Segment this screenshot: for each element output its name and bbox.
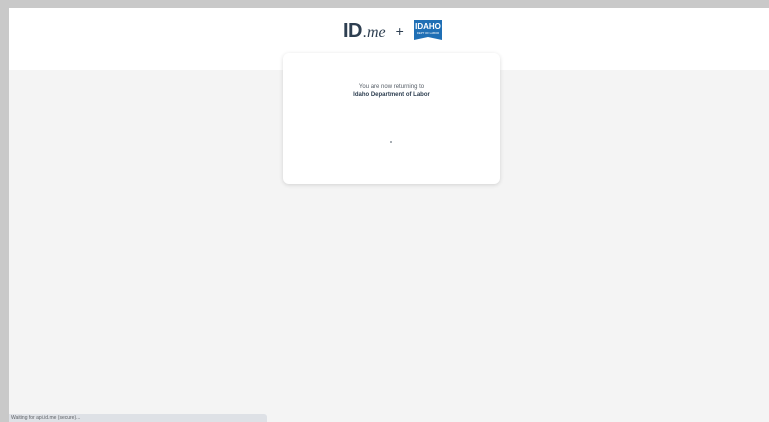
partner-logo-line2: DEPT OF LABOR	[417, 31, 439, 35]
status-text: Waiting for api.id.me (secure)...	[11, 415, 81, 421]
idme-logo: ID .me	[343, 21, 386, 41]
idme-logo-me: .me	[363, 24, 386, 41]
loading-spinner-icon	[390, 141, 392, 143]
returning-message: You are now returning to	[358, 84, 425, 90]
browser-viewport: ID .me + IDAHO DEPT OF LABOR You are now …	[9, 8, 769, 422]
destination-name: Idaho Department of Labor	[353, 92, 430, 98]
browser-status-bar: Waiting for api.id.me (secure)...	[9, 414, 267, 422]
logo-group: ID .me + IDAHO DEPT OF LABOR	[343, 19, 442, 43]
partner-logo-line1: IDAHO	[415, 22, 441, 31]
idaho-department-of-labor-logo: IDAHO DEPT OF LABOR	[413, 20, 442, 40]
plus-sign: +	[395, 23, 404, 39]
redirect-card: You are now returning to Idaho Departmen…	[283, 53, 500, 184]
idme-logo-id: ID	[343, 20, 363, 42]
